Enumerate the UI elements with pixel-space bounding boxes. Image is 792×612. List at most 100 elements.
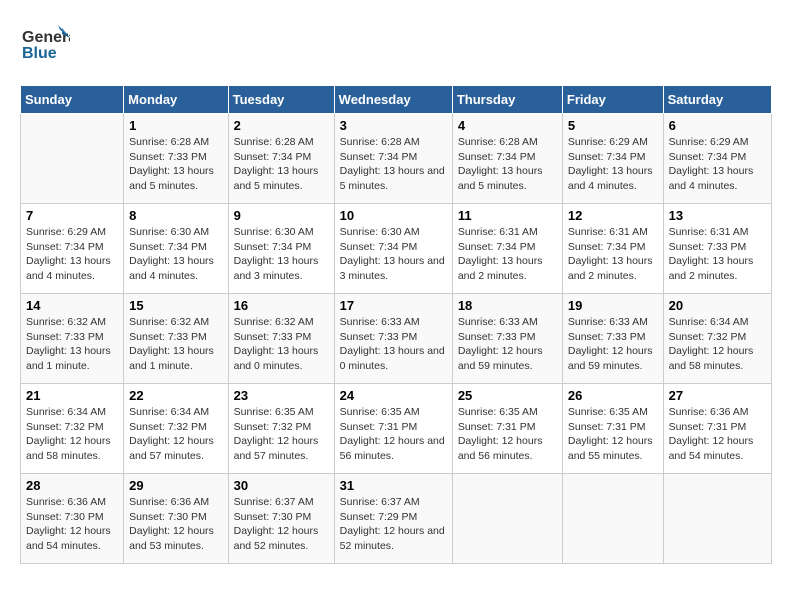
day-info: Sunrise: 6:36 AMSunset: 7:30 PMDaylight:… xyxy=(129,495,222,554)
day-number: 13 xyxy=(669,208,766,223)
day-number: 6 xyxy=(669,118,766,133)
day-info: Sunrise: 6:35 AMSunset: 7:31 PMDaylight:… xyxy=(568,405,658,464)
day-number: 24 xyxy=(340,388,447,403)
day-info: Sunrise: 6:35 AMSunset: 7:31 PMDaylight:… xyxy=(458,405,557,464)
day-number: 11 xyxy=(458,208,557,223)
calendar-cell: 28 Sunrise: 6:36 AMSunset: 7:30 PMDaylig… xyxy=(21,474,124,564)
calendar-cell: 17 Sunrise: 6:33 AMSunset: 7:33 PMDaylig… xyxy=(334,294,452,384)
day-number: 27 xyxy=(669,388,766,403)
calendar-week-5: 28 Sunrise: 6:36 AMSunset: 7:30 PMDaylig… xyxy=(21,474,772,564)
day-info: Sunrise: 6:32 AMSunset: 7:33 PMDaylight:… xyxy=(129,315,222,374)
day-number: 20 xyxy=(669,298,766,313)
weekday-header-tuesday: Tuesday xyxy=(228,86,334,114)
calendar-cell: 24 Sunrise: 6:35 AMSunset: 7:31 PMDaylig… xyxy=(334,384,452,474)
day-info: Sunrise: 6:37 AMSunset: 7:30 PMDaylight:… xyxy=(234,495,329,554)
calendar-week-1: 1 Sunrise: 6:28 AMSunset: 7:33 PMDayligh… xyxy=(21,114,772,204)
day-number: 31 xyxy=(340,478,447,493)
calendar-cell: 9 Sunrise: 6:30 AMSunset: 7:34 PMDayligh… xyxy=(228,204,334,294)
calendar-cell: 5 Sunrise: 6:29 AMSunset: 7:34 PMDayligh… xyxy=(562,114,663,204)
calendar-cell: 26 Sunrise: 6:35 AMSunset: 7:31 PMDaylig… xyxy=(562,384,663,474)
calendar-cell: 23 Sunrise: 6:35 AMSunset: 7:32 PMDaylig… xyxy=(228,384,334,474)
day-number: 9 xyxy=(234,208,329,223)
day-info: Sunrise: 6:37 AMSunset: 7:29 PMDaylight:… xyxy=(340,495,447,554)
calendar-cell: 22 Sunrise: 6:34 AMSunset: 7:32 PMDaylig… xyxy=(124,384,228,474)
day-info: Sunrise: 6:32 AMSunset: 7:33 PMDaylight:… xyxy=(234,315,329,374)
day-info: Sunrise: 6:30 AMSunset: 7:34 PMDaylight:… xyxy=(129,225,222,284)
day-info: Sunrise: 6:31 AMSunset: 7:34 PMDaylight:… xyxy=(568,225,658,284)
day-info: Sunrise: 6:36 AMSunset: 7:30 PMDaylight:… xyxy=(26,495,118,554)
calendar-cell: 19 Sunrise: 6:33 AMSunset: 7:33 PMDaylig… xyxy=(562,294,663,384)
calendar-cell: 1 Sunrise: 6:28 AMSunset: 7:33 PMDayligh… xyxy=(124,114,228,204)
calendar-week-2: 7 Sunrise: 6:29 AMSunset: 7:34 PMDayligh… xyxy=(21,204,772,294)
day-number: 30 xyxy=(234,478,329,493)
calendar-cell: 16 Sunrise: 6:32 AMSunset: 7:33 PMDaylig… xyxy=(228,294,334,384)
calendar-cell: 7 Sunrise: 6:29 AMSunset: 7:34 PMDayligh… xyxy=(21,204,124,294)
day-info: Sunrise: 6:29 AMSunset: 7:34 PMDaylight:… xyxy=(26,225,118,284)
calendar-cell: 6 Sunrise: 6:29 AMSunset: 7:34 PMDayligh… xyxy=(663,114,771,204)
calendar-cell: 30 Sunrise: 6:37 AMSunset: 7:30 PMDaylig… xyxy=(228,474,334,564)
svg-text:Blue: Blue xyxy=(22,45,57,62)
logo-mark: General Blue xyxy=(20,20,70,75)
day-number: 14 xyxy=(26,298,118,313)
calendar-cell: 18 Sunrise: 6:33 AMSunset: 7:33 PMDaylig… xyxy=(452,294,562,384)
day-number: 17 xyxy=(340,298,447,313)
day-info: Sunrise: 6:29 AMSunset: 7:34 PMDaylight:… xyxy=(669,135,766,194)
day-info: Sunrise: 6:34 AMSunset: 7:32 PMDaylight:… xyxy=(669,315,766,374)
day-info: Sunrise: 6:28 AMSunset: 7:33 PMDaylight:… xyxy=(129,135,222,194)
calendar-cell: 29 Sunrise: 6:36 AMSunset: 7:30 PMDaylig… xyxy=(124,474,228,564)
day-number: 21 xyxy=(26,388,118,403)
day-info: Sunrise: 6:30 AMSunset: 7:34 PMDaylight:… xyxy=(234,225,329,284)
day-info: Sunrise: 6:35 AMSunset: 7:32 PMDaylight:… xyxy=(234,405,329,464)
day-number: 26 xyxy=(568,388,658,403)
day-number: 15 xyxy=(129,298,222,313)
logo: General Blue xyxy=(20,20,70,75)
calendar-cell: 14 Sunrise: 6:32 AMSunset: 7:33 PMDaylig… xyxy=(21,294,124,384)
day-info: Sunrise: 6:33 AMSunset: 7:33 PMDaylight:… xyxy=(568,315,658,374)
calendar-cell: 13 Sunrise: 6:31 AMSunset: 7:33 PMDaylig… xyxy=(663,204,771,294)
calendar-cell xyxy=(663,474,771,564)
calendar-cell xyxy=(21,114,124,204)
page-header: General Blue xyxy=(20,20,772,75)
day-number: 1 xyxy=(129,118,222,133)
weekday-header-sunday: Sunday xyxy=(21,86,124,114)
calendar-cell: 4 Sunrise: 6:28 AMSunset: 7:34 PMDayligh… xyxy=(452,114,562,204)
day-info: Sunrise: 6:31 AMSunset: 7:34 PMDaylight:… xyxy=(458,225,557,284)
day-number: 2 xyxy=(234,118,329,133)
day-info: Sunrise: 6:36 AMSunset: 7:31 PMDaylight:… xyxy=(669,405,766,464)
weekday-header-wednesday: Wednesday xyxy=(334,86,452,114)
day-number: 18 xyxy=(458,298,557,313)
calendar-cell: 20 Sunrise: 6:34 AMSunset: 7:32 PMDaylig… xyxy=(663,294,771,384)
day-info: Sunrise: 6:34 AMSunset: 7:32 PMDaylight:… xyxy=(26,405,118,464)
weekday-header-saturday: Saturday xyxy=(663,86,771,114)
day-info: Sunrise: 6:28 AMSunset: 7:34 PMDaylight:… xyxy=(234,135,329,194)
day-number: 29 xyxy=(129,478,222,493)
calendar-cell: 11 Sunrise: 6:31 AMSunset: 7:34 PMDaylig… xyxy=(452,204,562,294)
calendar-cell: 27 Sunrise: 6:36 AMSunset: 7:31 PMDaylig… xyxy=(663,384,771,474)
day-number: 19 xyxy=(568,298,658,313)
day-info: Sunrise: 6:33 AMSunset: 7:33 PMDaylight:… xyxy=(458,315,557,374)
calendar-cell: 3 Sunrise: 6:28 AMSunset: 7:34 PMDayligh… xyxy=(334,114,452,204)
weekday-header-thursday: Thursday xyxy=(452,86,562,114)
calendar-cell: 21 Sunrise: 6:34 AMSunset: 7:32 PMDaylig… xyxy=(21,384,124,474)
calendar-cell: 2 Sunrise: 6:28 AMSunset: 7:34 PMDayligh… xyxy=(228,114,334,204)
weekday-header-friday: Friday xyxy=(562,86,663,114)
day-info: Sunrise: 6:28 AMSunset: 7:34 PMDaylight:… xyxy=(340,135,447,194)
day-number: 23 xyxy=(234,388,329,403)
day-info: Sunrise: 6:34 AMSunset: 7:32 PMDaylight:… xyxy=(129,405,222,464)
calendar-week-3: 14 Sunrise: 6:32 AMSunset: 7:33 PMDaylig… xyxy=(21,294,772,384)
calendar-cell: 15 Sunrise: 6:32 AMSunset: 7:33 PMDaylig… xyxy=(124,294,228,384)
day-info: Sunrise: 6:32 AMSunset: 7:33 PMDaylight:… xyxy=(26,315,118,374)
weekday-header-row: SundayMondayTuesdayWednesdayThursdayFrid… xyxy=(21,86,772,114)
day-info: Sunrise: 6:33 AMSunset: 7:33 PMDaylight:… xyxy=(340,315,447,374)
weekday-header-monday: Monday xyxy=(124,86,228,114)
calendar-week-4: 21 Sunrise: 6:34 AMSunset: 7:32 PMDaylig… xyxy=(21,384,772,474)
day-number: 22 xyxy=(129,388,222,403)
day-number: 8 xyxy=(129,208,222,223)
calendar-cell: 8 Sunrise: 6:30 AMSunset: 7:34 PMDayligh… xyxy=(124,204,228,294)
day-number: 3 xyxy=(340,118,447,133)
calendar-cell xyxy=(562,474,663,564)
day-number: 10 xyxy=(340,208,447,223)
calendar-table: SundayMondayTuesdayWednesdayThursdayFrid… xyxy=(20,85,772,564)
day-info: Sunrise: 6:30 AMSunset: 7:34 PMDaylight:… xyxy=(340,225,447,284)
calendar-cell xyxy=(452,474,562,564)
